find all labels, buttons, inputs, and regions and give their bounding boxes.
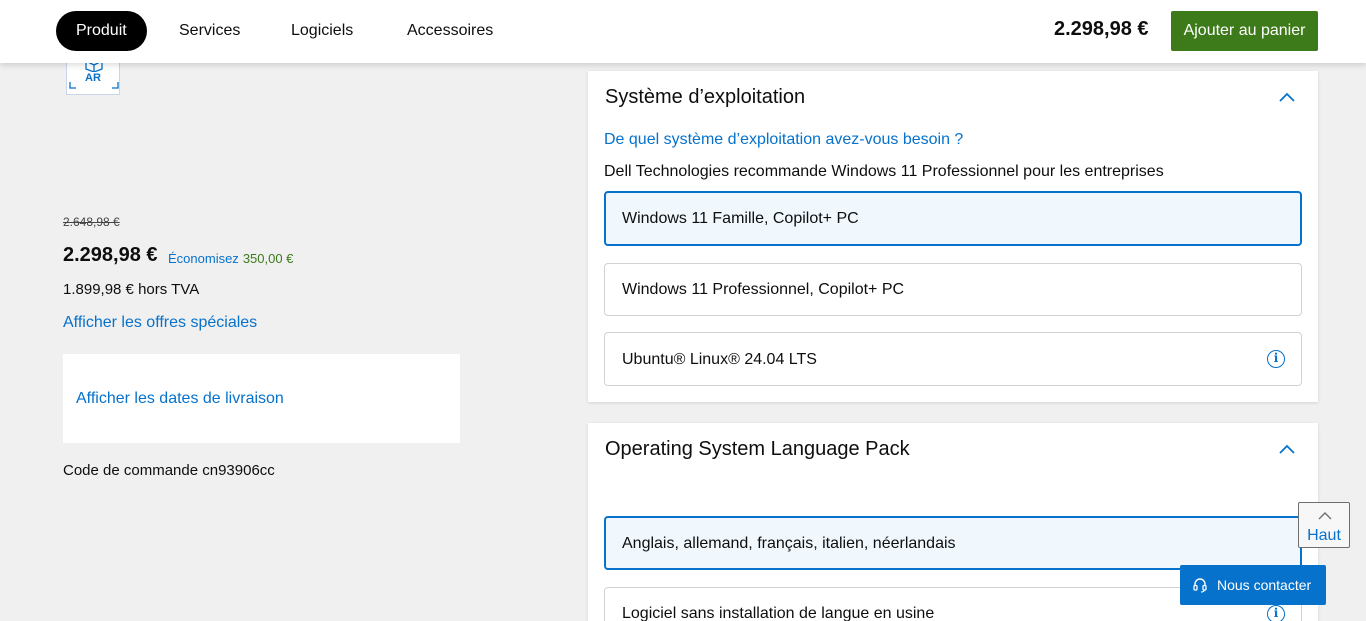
os-option-ubuntu[interactable]: Ubuntu® Linux® 24.04 LTS i bbox=[604, 332, 1302, 386]
savings-amount: 350,00 € bbox=[242, 251, 294, 266]
language-pack-title: Operating System Language Pack bbox=[605, 438, 910, 460]
order-code: Code de commande cn93906cc bbox=[63, 462, 275, 479]
os-section-card: Système d’exploitation De quel système d… bbox=[588, 71, 1318, 402]
headset-icon bbox=[1193, 578, 1207, 593]
price-excl-vat: 1.899,98 € hors TVA bbox=[63, 281, 200, 298]
option-label: Anglais, allemand, français, italien, né… bbox=[622, 535, 956, 552]
chevron-up-icon[interactable] bbox=[1278, 443, 1296, 455]
contact-us-button[interactable]: Nous contacter bbox=[1180, 565, 1326, 605]
info-icon[interactable]: i bbox=[1267, 605, 1285, 621]
os-option-windows-home[interactable]: Windows 11 Famille, Copilot+ PC bbox=[604, 191, 1302, 246]
delivery-dates-link[interactable]: Afficher les dates de livraison bbox=[76, 390, 284, 408]
configuration-panel: Système d’exploitation De quel système d… bbox=[524, 63, 1366, 621]
contact-us-label: Nous contacter bbox=[1217, 577, 1312, 593]
back-to-top-label: Haut bbox=[1307, 527, 1341, 544]
os-help-link[interactable]: De quel système d’exploitation avez-vous… bbox=[604, 131, 963, 149]
language-option-multi[interactable]: Anglais, allemand, français, italien, né… bbox=[604, 516, 1302, 570]
special-offers-link[interactable]: Afficher les offres spéciales bbox=[63, 314, 257, 332]
tab-logiciels[interactable]: Logiciels bbox=[271, 11, 373, 51]
option-label: Ubuntu® Linux® 24.04 LTS bbox=[622, 351, 817, 368]
savings-label: Économisez bbox=[168, 251, 239, 266]
arrow-up-icon bbox=[1318, 512, 1332, 520]
current-price: 2.298,98 € bbox=[63, 244, 158, 266]
product-summary-panel: AR 2.648,98 € 2.298,98 € Économisez 350,0… bbox=[0, 55, 524, 621]
os-section-title: Système d’exploitation bbox=[605, 86, 806, 108]
back-to-top-button[interactable]: Haut bbox=[1298, 502, 1350, 548]
tab-accessoires[interactable]: Accessoires bbox=[387, 11, 513, 51]
savings-text: Économisez 350,00 € bbox=[168, 251, 293, 266]
sticky-nav-bar: Produit Services Logiciels Accessoires 2… bbox=[0, 0, 1366, 63]
nav-price: 2.298,98 € bbox=[1054, 18, 1149, 40]
original-price: 2.648,98 € bbox=[63, 215, 120, 229]
chevron-up-icon[interactable] bbox=[1278, 91, 1296, 103]
ar-label: AR bbox=[85, 72, 101, 84]
option-label: Logiciel sans installation de langue en … bbox=[622, 605, 935, 621]
option-label: Windows 11 Famille, Copilot+ PC bbox=[622, 210, 859, 227]
delivery-dates-box: Afficher les dates de livraison bbox=[63, 354, 460, 443]
os-recommendation: Dell Technologies recommande Windows 11 … bbox=[604, 163, 1164, 180]
tab-produit[interactable]: Produit bbox=[56, 11, 147, 51]
add-to-cart-button[interactable]: Ajouter au panier bbox=[1171, 11, 1318, 51]
option-label: Windows 11 Professionnel, Copilot+ PC bbox=[622, 281, 905, 298]
tab-services[interactable]: Services bbox=[159, 11, 260, 51]
info-icon[interactable]: i bbox=[1267, 350, 1285, 368]
os-option-windows-pro[interactable]: Windows 11 Professionnel, Copilot+ PC bbox=[604, 263, 1302, 316]
